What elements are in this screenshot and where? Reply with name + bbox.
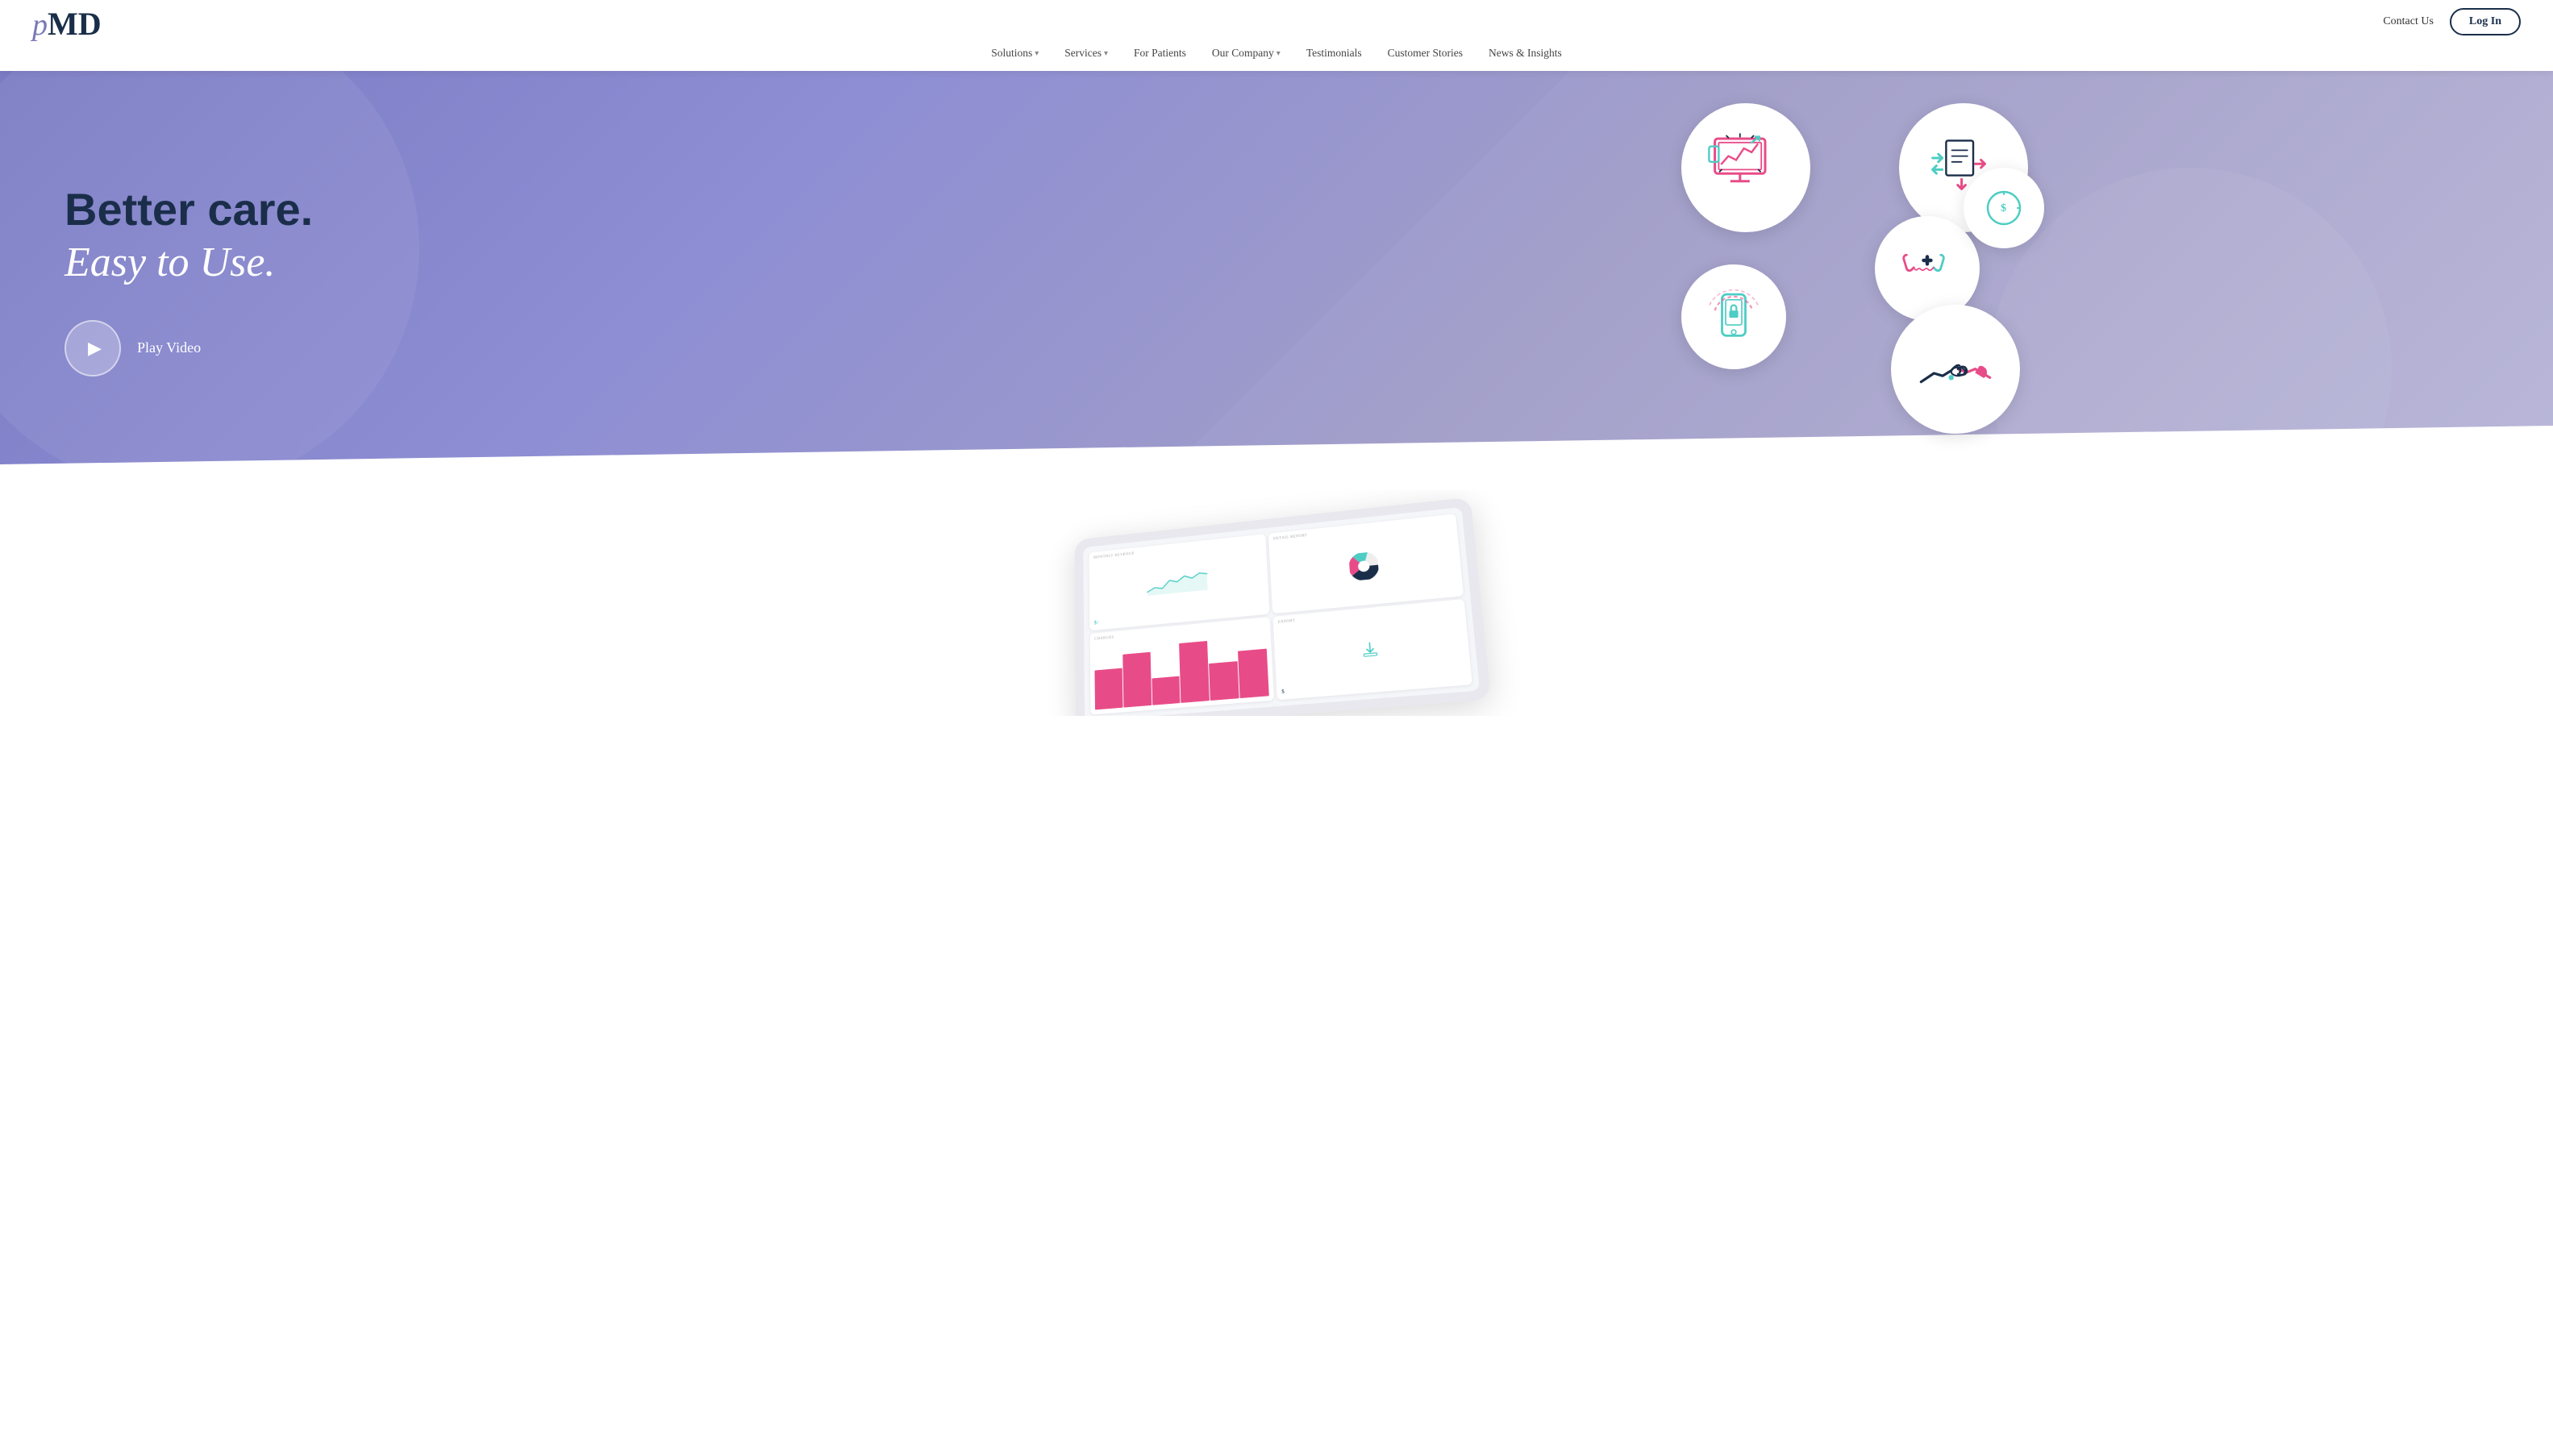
nav-for-patients[interactable]: For Patients (1134, 47, 1186, 60)
tablet-device: Monthly Revenue $↑ Detail Report (1074, 497, 1490, 716)
detail-report-card: Detail Report (1268, 514, 1464, 614)
monthly-revenue-label: Monthly Revenue (1093, 539, 1261, 560)
mobile-security-icon-circle (1681, 264, 1786, 369)
nav-solutions[interactable]: Solutions ▾ (991, 47, 1039, 60)
bar-4 (1180, 641, 1210, 703)
tablet-mockup-area: Monthly Revenue $↑ Detail Report (0, 490, 2553, 716)
main-nav: Solutions ▾ Services ▾ For Patients Our … (0, 39, 2553, 71)
solutions-dropdown-arrow: ▾ (1035, 49, 1039, 58)
monthly-revenue-card: Monthly Revenue $↑ (1089, 534, 1269, 630)
bar-1 (1094, 668, 1122, 709)
charges-chart (1094, 626, 1269, 709)
play-area: ▶ Play Video (65, 320, 1101, 376)
bottom-section: Monthly Revenue $↑ Detail Report (0, 490, 2553, 716)
charges-card: Charges (1089, 617, 1274, 714)
bar-5 (1209, 661, 1239, 701)
nav-services[interactable]: Services ▾ (1064, 47, 1108, 60)
hero-icons-area: $ (1149, 87, 2553, 474)
svg-text:$: $ (2001, 202, 2006, 214)
login-button[interactable]: Log In (2450, 8, 2521, 35)
header-top: pMD Contact Us Log In (0, 0, 2553, 39)
hero-title-bold: Better care. (65, 185, 1101, 235)
contact-us-link[interactable]: Contact Us (2383, 15, 2434, 28)
logo-md: MD (48, 6, 102, 42)
bar-2 (1122, 652, 1152, 707)
nav-our-company[interactable]: Our Company ▾ (1212, 47, 1281, 60)
analytics-icon-circle (1681, 103, 1810, 232)
play-video-label: Play Video (137, 339, 201, 356)
icons-cluster: $ (1657, 103, 2044, 458)
monthly-revenue-chart (1093, 562, 1263, 601)
play-icon: ▶ (88, 338, 102, 359)
nav-customer-stories[interactable]: Customer Stories (1388, 47, 1463, 60)
bar-3 (1152, 676, 1181, 705)
play-video-button[interactable]: ▶ (65, 320, 121, 376)
dollar-cycle-icon-circle: $ (1964, 168, 2044, 248)
hero-section: Better care. Easy to Use. ▶ Play Video (0, 71, 2553, 490)
our-company-dropdown-arrow: ▾ (1276, 49, 1281, 58)
nav-news-insights[interactable]: News & Insights (1489, 47, 1562, 60)
nav-testimonials[interactable]: Testimonials (1306, 47, 1362, 60)
tablet-screen: Monthly Revenue $↑ Detail Report (1083, 507, 1480, 716)
header: pMD Contact Us Log In Solutions ▾ Servic… (0, 0, 2553, 71)
export-card: Export $ (1272, 599, 1472, 700)
hero-content: Better care. Easy to Use. ▶ Play Video (0, 136, 1149, 425)
hero-title-italic: Easy to Use. (65, 238, 1101, 288)
logo-p: p (32, 8, 48, 42)
logo[interactable]: pMD (32, 8, 102, 40)
handshake-icon-circle (1891, 305, 2020, 434)
bar-6 (1238, 649, 1269, 698)
services-dropdown-arrow: ▾ (1104, 49, 1108, 58)
